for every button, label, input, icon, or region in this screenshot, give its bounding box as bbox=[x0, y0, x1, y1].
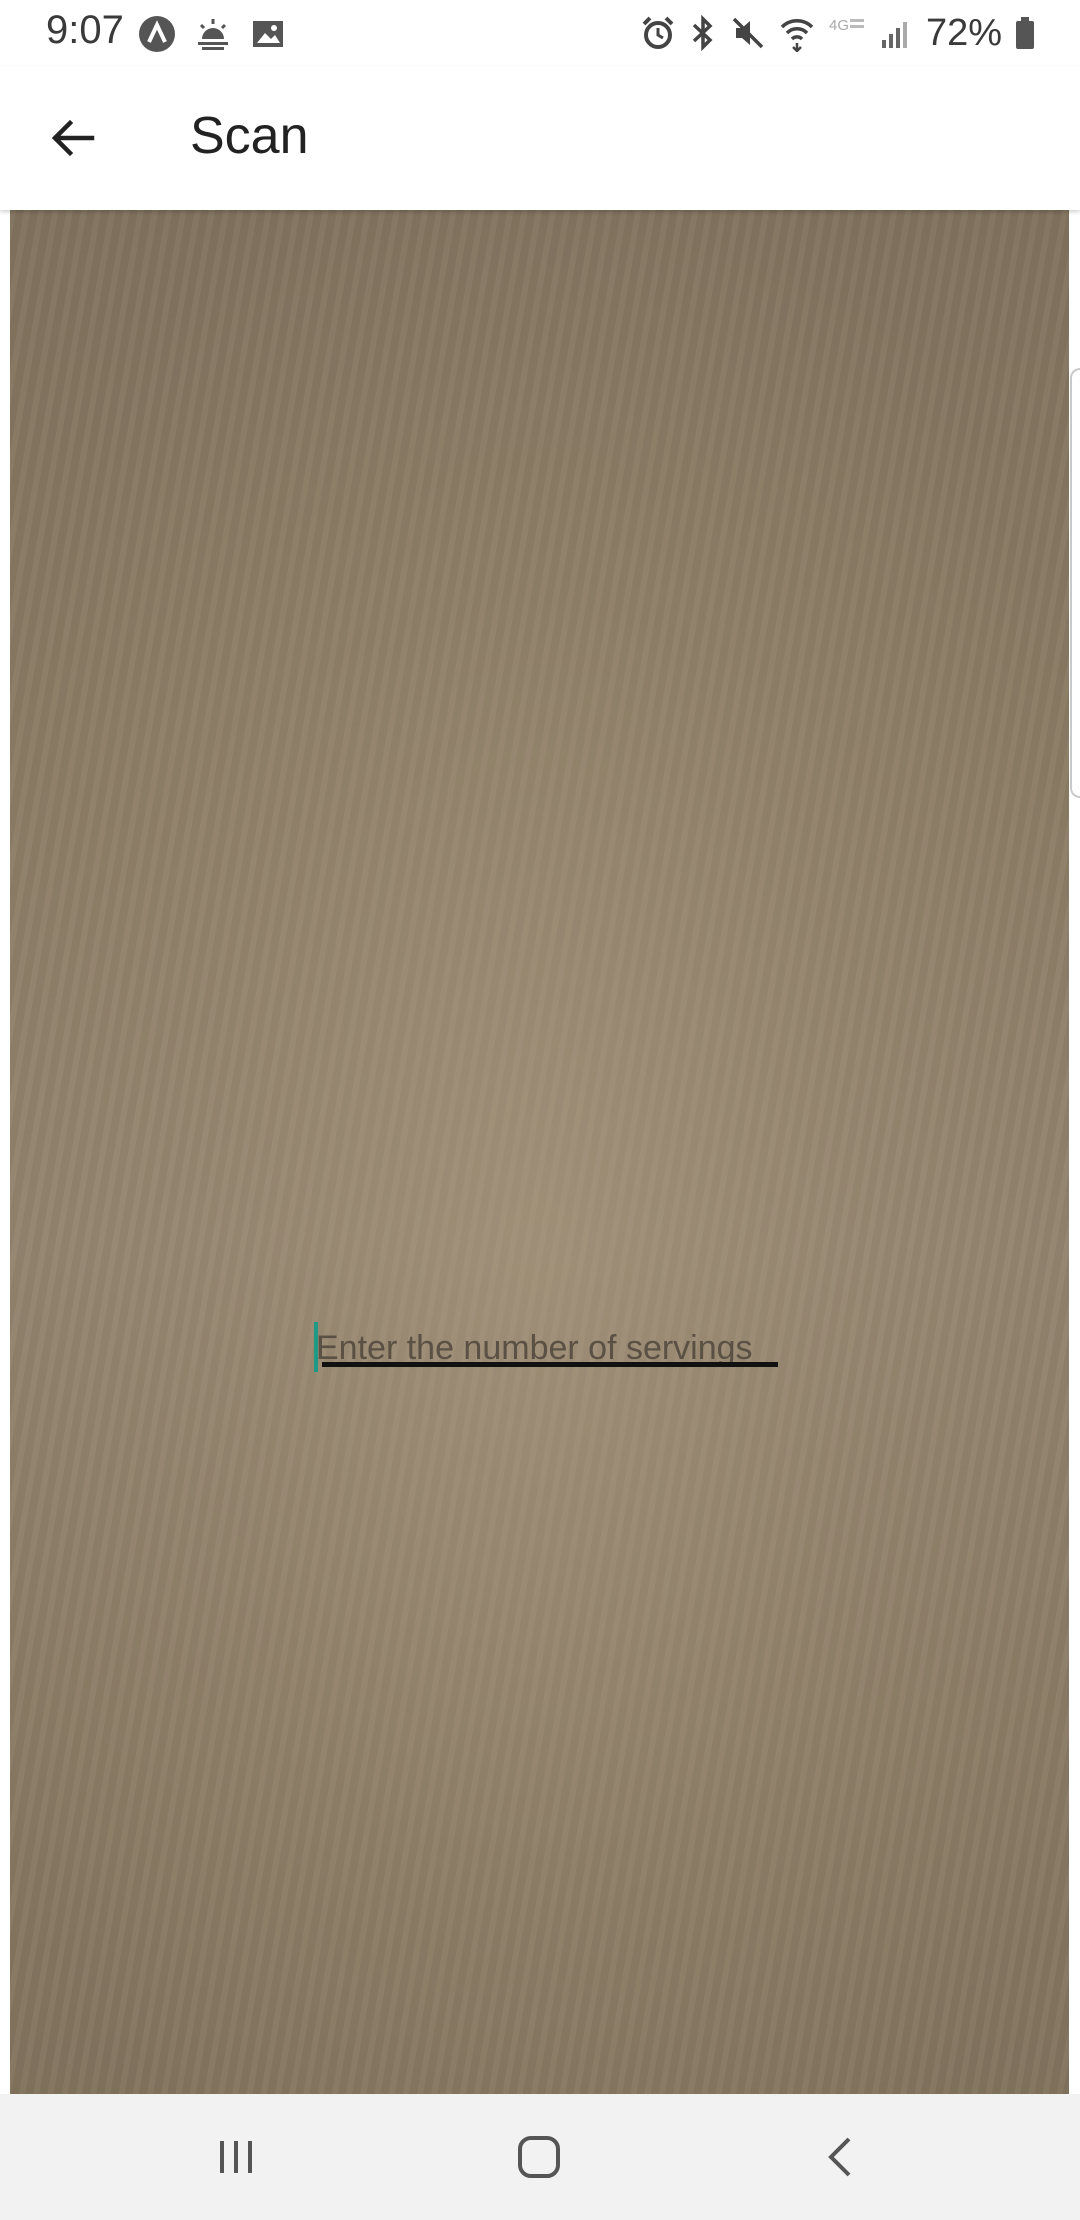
back-icon bbox=[828, 2137, 851, 2177]
camera-preview[interactable] bbox=[10, 210, 1069, 2094]
status-right: 4G 72% bbox=[640, 8, 1036, 58]
svg-text:4G: 4G bbox=[829, 17, 849, 34]
status-time: 9:07 bbox=[46, 8, 124, 52]
home-button[interactable] bbox=[499, 2124, 579, 2190]
edge-panel-handle[interactable] bbox=[1070, 368, 1080, 798]
weather-icon bbox=[198, 19, 228, 50]
recent-apps-button[interactable] bbox=[196, 2124, 276, 2190]
bluetooth-icon bbox=[692, 14, 713, 52]
arrow-back-icon bbox=[51, 119, 95, 157]
status-bar: 9:07 4G 72% bbox=[0, 0, 1080, 66]
status-left-icons bbox=[138, 14, 286, 54]
text-cursor bbox=[314, 1322, 318, 1372]
lte-icon: 4G bbox=[829, 17, 864, 34]
servings-field[interactable] bbox=[312, 1320, 788, 1376]
recent-apps-icon bbox=[220, 2141, 252, 2173]
servings-input[interactable] bbox=[312, 1320, 788, 1376]
alarm-icon bbox=[642, 16, 674, 49]
app-notification-icon bbox=[139, 16, 175, 52]
app-bar: Scan bbox=[0, 66, 1080, 210]
back-button[interactable] bbox=[40, 106, 104, 170]
page-title: Scan bbox=[190, 107, 309, 165]
home-icon bbox=[518, 2136, 560, 2178]
nav-back-button[interactable] bbox=[801, 2124, 881, 2190]
input-underline bbox=[322, 1362, 778, 1367]
nav-bar bbox=[0, 2094, 1080, 2220]
signal-icon bbox=[881, 22, 907, 48]
battery-icon bbox=[1016, 17, 1034, 49]
battery-percent: 72% bbox=[925, 11, 1002, 54]
mute-icon bbox=[732, 17, 764, 49]
gallery-icon bbox=[253, 21, 283, 47]
wifi-icon bbox=[780, 19, 814, 52]
